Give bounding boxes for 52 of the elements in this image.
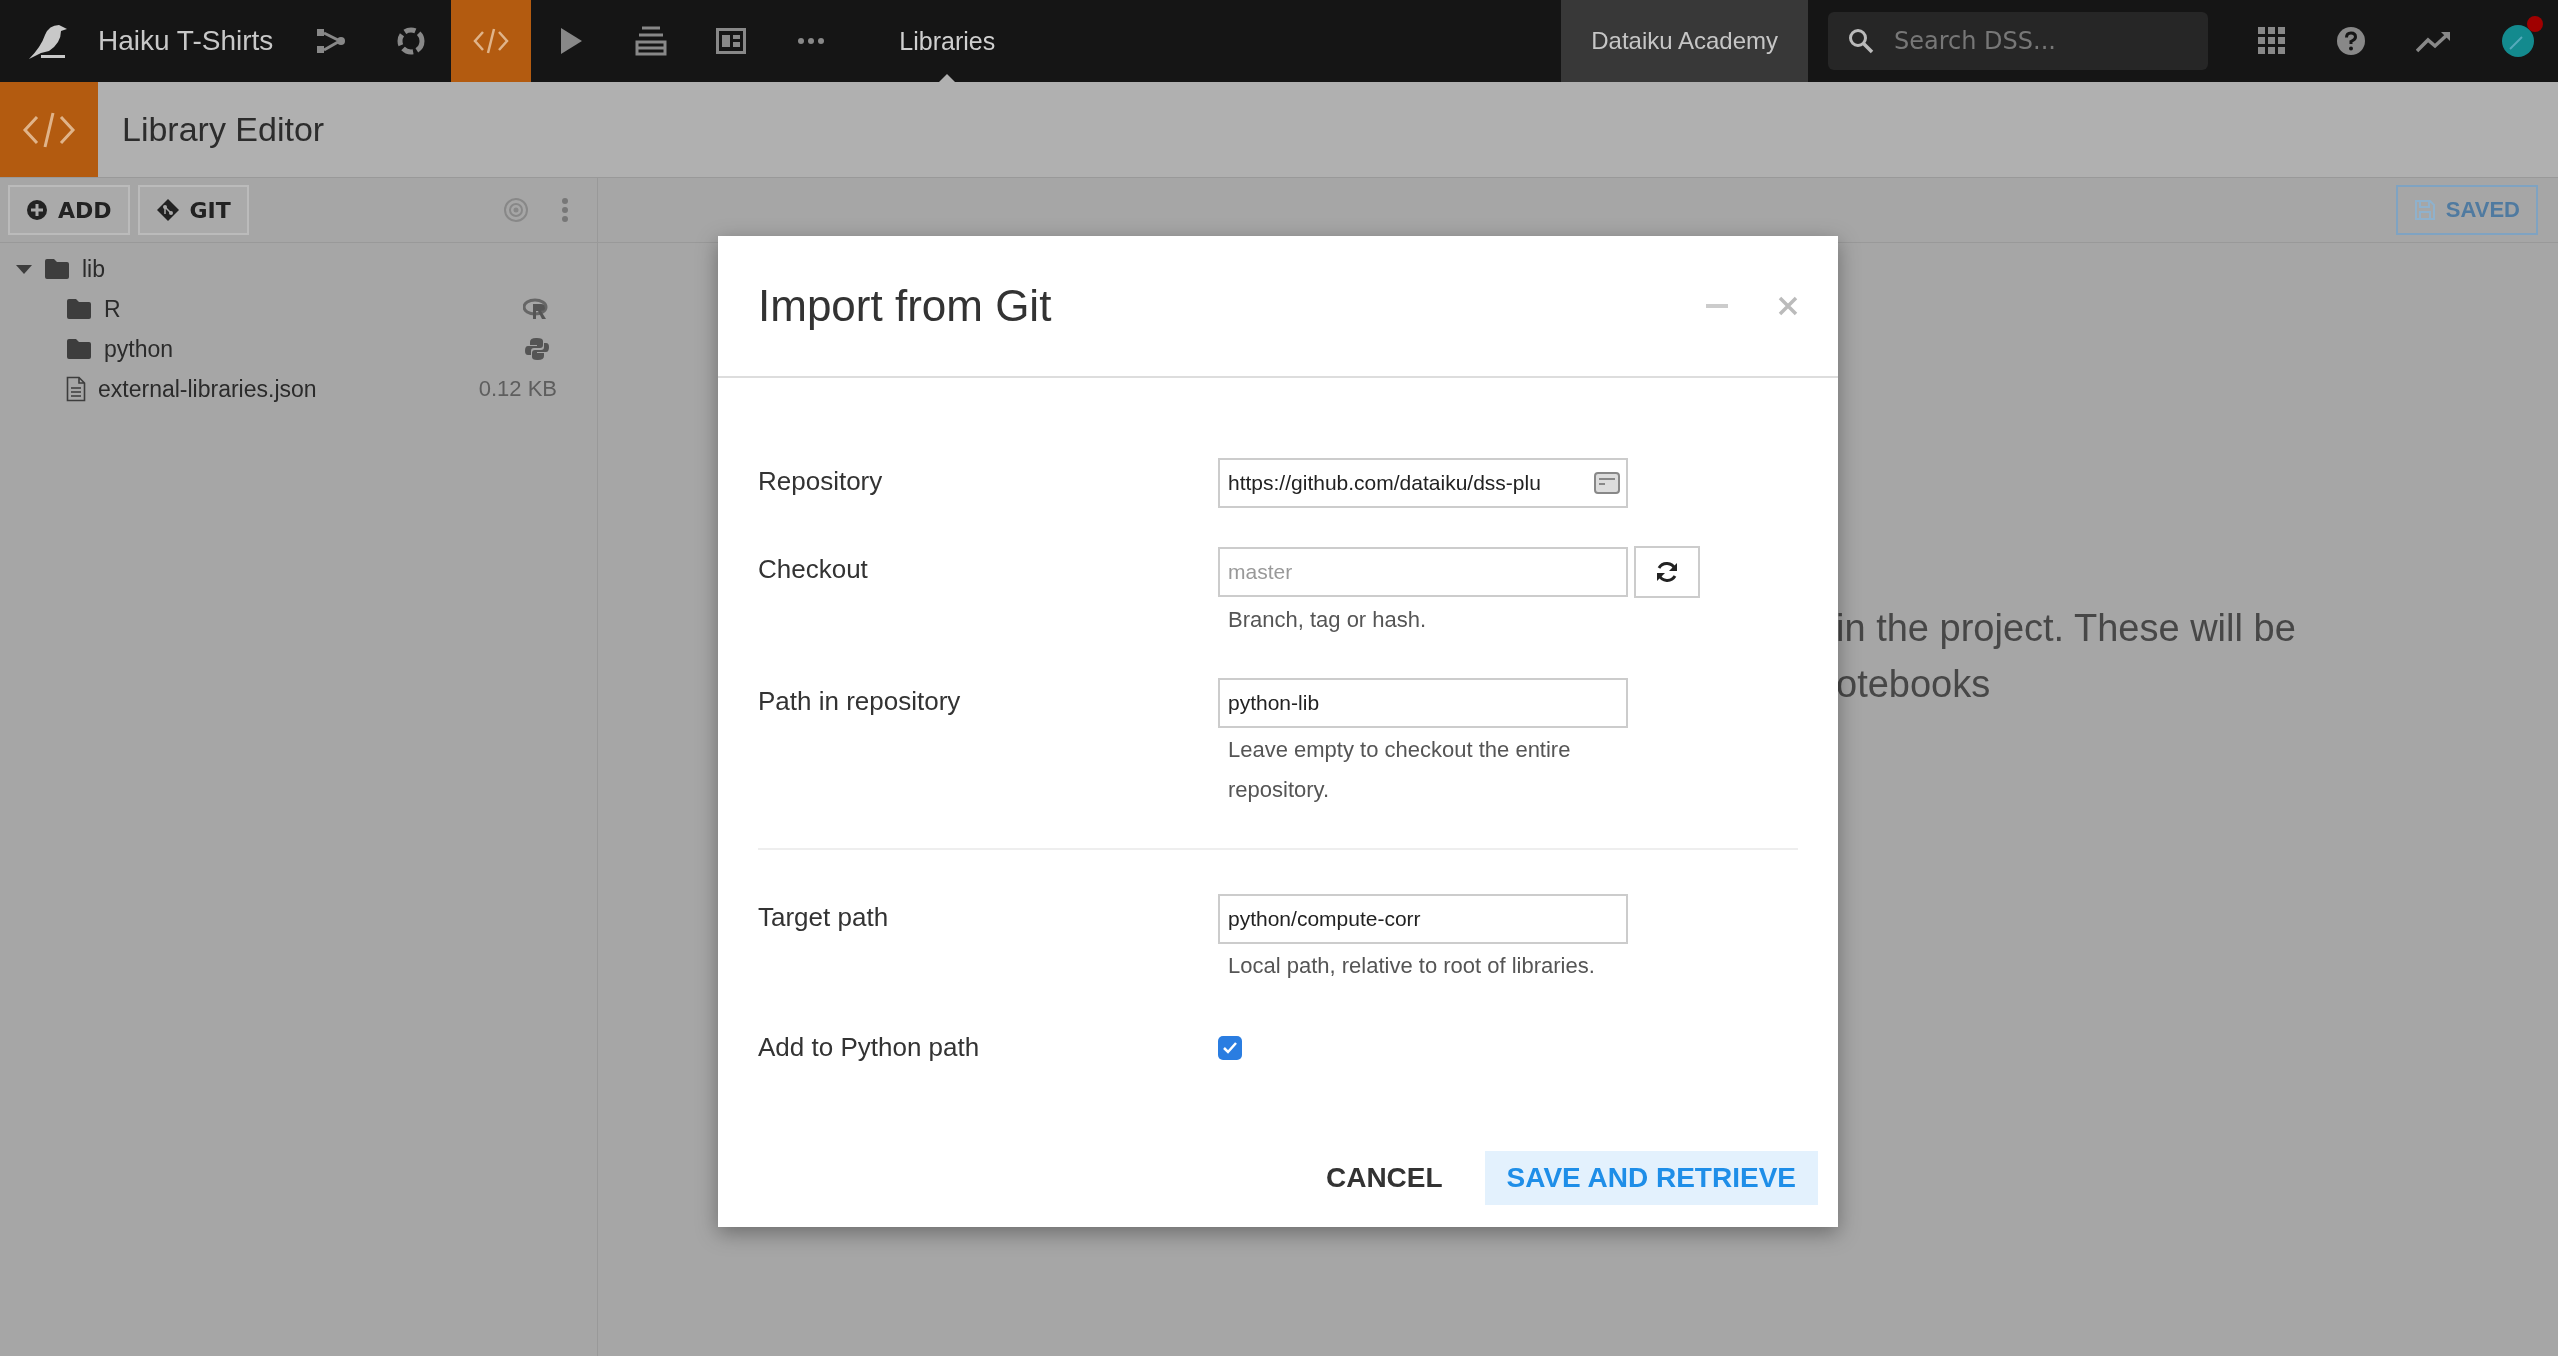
git-button[interactable]: GIT bbox=[137, 185, 249, 235]
description-text: otebooks bbox=[1836, 662, 1992, 707]
user-avatar[interactable] bbox=[2502, 25, 2534, 57]
field-label: Target path bbox=[758, 901, 890, 933]
git-icon bbox=[155, 198, 180, 222]
file-size: 0.12 KB bbox=[478, 376, 557, 402]
refresh-icon bbox=[1655, 560, 1679, 584]
tree-item[interactable]: python bbox=[104, 335, 174, 363]
tree-item[interactable]: lib bbox=[82, 255, 105, 283]
refresh-button[interactable] bbox=[1634, 546, 1700, 598]
play-icon bbox=[559, 27, 584, 55]
trend-icon[interactable] bbox=[2416, 29, 2452, 53]
description-text: in the project. These will be bbox=[1836, 606, 2297, 651]
checkbox[interactable] bbox=[1218, 1036, 1242, 1060]
text-field[interactable]: https://github.com/dataiku/dss-plu bbox=[1218, 458, 1628, 508]
python-logo-icon bbox=[525, 337, 549, 361]
flow-icon bbox=[316, 28, 347, 54]
apps-grid-icon[interactable] bbox=[2258, 27, 2286, 55]
field-label: Path in repository bbox=[758, 685, 962, 717]
code-icon bbox=[473, 27, 510, 55]
folder-icon bbox=[66, 298, 92, 320]
field-label: Checkout bbox=[758, 553, 869, 585]
help-icon[interactable] bbox=[2336, 26, 2366, 56]
text-field[interactable]: python/compute-corr bbox=[1218, 894, 1628, 944]
checkout-field[interactable]: master bbox=[1218, 547, 1628, 597]
plus-circle-icon bbox=[26, 199, 48, 221]
tree-item[interactable]: R bbox=[104, 295, 121, 323]
field-label: Repository bbox=[758, 465, 884, 497]
stack-icon bbox=[635, 26, 668, 56]
search-input[interactable]: Search DSS... bbox=[1892, 26, 2176, 56]
dashboard-icon bbox=[716, 28, 747, 54]
search-icon bbox=[1848, 28, 1874, 54]
folder-icon bbox=[66, 338, 92, 360]
academy-link[interactable]: Dataiku Academy bbox=[1561, 0, 1808, 82]
search-field[interactable]: Search DSS... bbox=[1828, 12, 2208, 70]
ring-icon bbox=[396, 26, 427, 56]
help-text: Local path, relative to root of libraries. bbox=[1227, 952, 1596, 980]
field-label: Add to Python path bbox=[758, 1031, 981, 1063]
checkmark-icon bbox=[1222, 1041, 1238, 1055]
r-logo-icon bbox=[523, 298, 549, 320]
more-icon bbox=[797, 37, 826, 45]
expand-toggle[interactable] bbox=[16, 264, 32, 274]
help-text: Leave empty to checkout the entire repository. bbox=[1227, 736, 1572, 804]
page-title: Library Editor bbox=[122, 110, 325, 149]
project-title[interactable]: Haiku T-Shirts bbox=[98, 25, 274, 57]
folder-icon bbox=[44, 258, 70, 280]
add-button[interactable]: ADD bbox=[8, 185, 130, 235]
help-text: Branch, tag or hash. bbox=[1227, 606, 1428, 634]
text-field[interactable]: python-lib bbox=[1218, 678, 1628, 728]
file-icon bbox=[66, 376, 86, 402]
tree-item[interactable]: external-libraries.json bbox=[98, 375, 317, 403]
dialog-title: Import from Git bbox=[758, 281, 1053, 331]
